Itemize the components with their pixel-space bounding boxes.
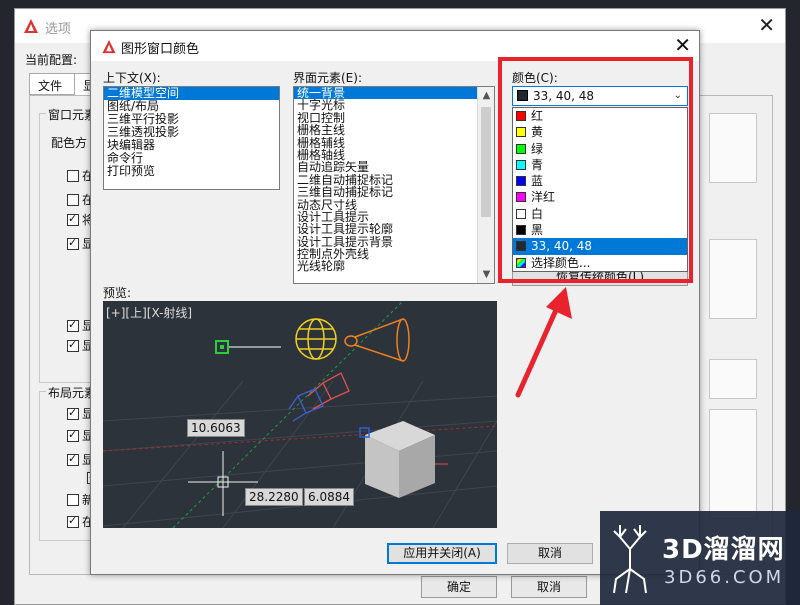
right-group-box: [709, 239, 757, 319]
checkbox-box: [67, 194, 79, 206]
dialog-title: 图形窗口颜色: [121, 42, 200, 57]
dialog-cancel-button[interactable]: 取消: [507, 543, 593, 564]
scroll-up-icon[interactable]: ▲: [478, 87, 494, 104]
interface-element-listbox[interactable]: 统一背景 十字光标 视口控制 栅格主线 栅格辅线 栅格轴线 自动追踪矢量 二维自动捕捉标记 三维…: [293, 86, 495, 284]
scroll-thumb[interactable]: [481, 107, 491, 217]
interface-element-label: 界面元素(E):: [293, 71, 362, 85]
checkbox-box: [67, 338, 79, 352]
apply-and-close-button[interactable]: 应用并关闭(A): [387, 543, 497, 564]
checkbox-box: [67, 236, 79, 250]
globe-wireframe-icon: [295, 318, 337, 360]
checkbox-box: [67, 514, 79, 528]
red-axis-line: [103, 425, 497, 452]
context-item[interactable]: 三维透视投影: [104, 126, 279, 139]
camera-blue-icon: [288, 388, 324, 422]
element-list-scrollbar[interactable]: ▲ ▼: [477, 87, 494, 283]
context-item[interactable]: 命令行: [104, 152, 279, 165]
options-close-button[interactable]: ✕: [758, 13, 775, 37]
interface-element-item[interactable]: 设计工具提示轮廓: [294, 223, 477, 235]
context-item[interactable]: 二维模型空间: [104, 87, 279, 100]
preview-label: 预览:: [103, 286, 132, 300]
scroll-down-icon[interactable]: ▼: [478, 266, 494, 283]
current-profile-label: 当前配置:: [25, 53, 78, 67]
highlight-rectangle: [498, 57, 693, 283]
button-label: 取消: [536, 580, 561, 594]
context-item[interactable]: 块编辑器: [104, 139, 279, 152]
checkbox-box: [67, 428, 79, 442]
interface-element-item[interactable]: 设计工具提示: [294, 211, 477, 223]
context-listbox[interactable]: 二维模型空间 图纸/布局 三维平行投影 三维透视投影 块编辑器 命令行 打印预览: [103, 86, 280, 190]
gray-cube-icon: [365, 421, 435, 498]
checkbox-box: [67, 212, 79, 226]
checkbox-box: [67, 494, 79, 506]
context-label: 上下文(X):: [103, 71, 161, 85]
interface-element-items: 统一背景 十字光标 视口控制 栅格主线 栅格辅线 栅格轴线 自动追踪矢量 二维自动捕捉标记 三维…: [294, 87, 477, 273]
dimension-tooltip: 28.2280: [245, 488, 303, 506]
autocad-logo-icon: [102, 39, 116, 54]
button-label: 确定: [446, 580, 471, 594]
options-ok-button[interactable]: 确定: [421, 576, 497, 598]
autocad-logo-icon: [24, 19, 38, 33]
grip-center: [220, 345, 224, 349]
checkbox-box: [67, 318, 79, 332]
checkbox-box: [67, 452, 79, 466]
right-group-box: [709, 113, 757, 183]
viewport-control-label[interactable]: [+][上][X-射线]: [106, 304, 192, 321]
color-scheme-label: 配色方: [51, 136, 88, 150]
context-item[interactable]: 三维平行投影: [104, 113, 279, 126]
interface-element-item[interactable]: 动态尺寸线: [294, 199, 477, 211]
options-cancel-button[interactable]: 取消: [511, 576, 587, 598]
dialog-close-button[interactable]: ✕: [674, 33, 691, 57]
checkbox-box: [67, 170, 79, 182]
interface-element-item[interactable]: 控制点外壳线: [294, 248, 477, 260]
context-item[interactable]: 打印预览: [104, 165, 279, 178]
interface-element-item[interactable]: 设计工具提示背景: [294, 236, 477, 248]
preview-viewport: [+][上][X-射线] 10.6063 28.2280 6.0884: [103, 301, 497, 528]
interface-element-item[interactable]: 光线轮廓: [294, 260, 477, 272]
spotlight-icon: [344, 318, 410, 362]
checkbox-box: [67, 406, 79, 420]
button-label: 取消: [537, 546, 562, 560]
tab-files[interactable]: 文件: [29, 73, 75, 95]
interface-element-item[interactable]: 三维自动捕捉标记: [294, 186, 477, 198]
interface-element-item[interactable]: 视口控制: [294, 112, 477, 124]
interface-element-item[interactable]: 自动追踪矢量: [294, 161, 477, 173]
crosshair-icon: [188, 451, 258, 516]
interface-element-item[interactable]: 二维自动捕捉标记: [294, 174, 477, 186]
watermark-name: 3D溜溜网: [662, 535, 785, 565]
deer-logo-icon: [613, 525, 647, 594]
annotation-arrow-icon: [515, 287, 572, 398]
interface-element-item[interactable]: 栅格轴线: [294, 149, 477, 161]
interface-element-item[interactable]: 统一背景: [294, 87, 477, 100]
watermark-logo: 3D溜溜网 3D66.COM: [600, 511, 800, 605]
right-group-box: [709, 359, 757, 399]
options-title: 选项: [45, 22, 72, 37]
button-label: 应用并关闭(A): [403, 546, 481, 560]
camera-red-icon: [307, 372, 350, 410]
dimension-tooltip: 6.0884: [304, 488, 354, 506]
watermark-url: 3D66.COM: [664, 567, 785, 588]
interface-element-item[interactable]: 十字光标: [294, 99, 477, 111]
tab-files-label: 文件: [38, 79, 63, 93]
context-item[interactable]: 图纸/布局: [104, 100, 279, 113]
interface-element-item[interactable]: 栅格主线: [294, 124, 477, 136]
interface-element-item[interactable]: 栅格辅线: [294, 137, 477, 149]
dimension-tooltip: 10.6063: [187, 419, 245, 437]
right-group-box: [709, 409, 757, 519]
